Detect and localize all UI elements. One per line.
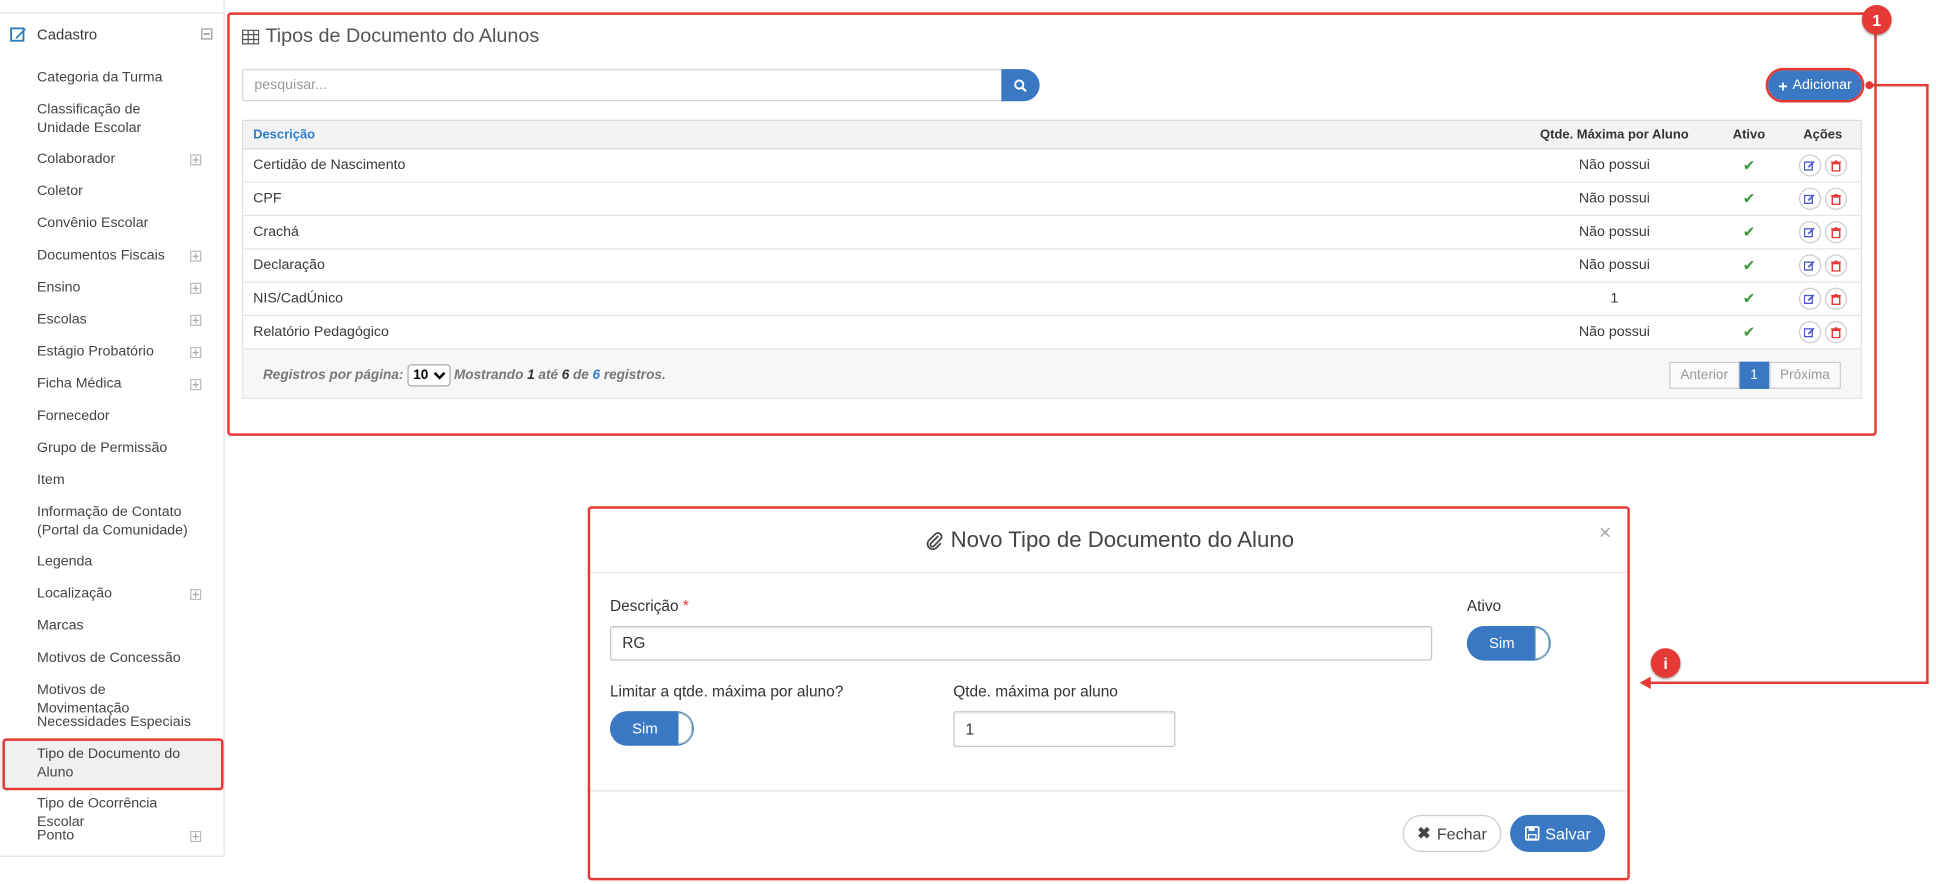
sidebar-header-label: Cadastro (37, 25, 98, 43)
sidebar-item[interactable]: Ficha Médica (0, 375, 223, 395)
expand-icon[interactable] (190, 250, 202, 262)
expand-icon[interactable] (190, 346, 202, 359)
sidebar-item-label: Ficha Médica (37, 376, 122, 392)
edit-icon (10, 26, 26, 42)
sidebar-item-label: Motivos de Movimentação (37, 682, 130, 716)
sidebar-item-label: Classificação de Unidade Escolar (37, 102, 142, 136)
sidebar-item[interactable]: Informação de Contato (Portal da Comunid… (0, 504, 223, 541)
sidebar-item[interactable]: Ponto (0, 827, 223, 847)
expand-icon[interactable] (190, 830, 202, 843)
sidebar-item[interactable]: Legenda (0, 553, 223, 573)
sidebar-item-label: Marcas (37, 618, 84, 634)
sidebar: Cadastro Categoria da Turma Classificação… (0, 0, 225, 857)
sidebar-item[interactable]: Localização (0, 585, 223, 605)
sidebar-item[interactable]: Categoria da Turma (0, 69, 223, 89)
sidebar-item[interactable]: Colaborador (0, 151, 223, 171)
expand-icon[interactable] (190, 379, 202, 391)
arrow-segment (1926, 83, 1929, 685)
sidebar-item[interactable]: Ensino (0, 279, 223, 299)
sidebar-item-label: Necessidades Especiais (37, 714, 191, 730)
sidebar-item-label: Informação de Contato (Portal da Comunid… (37, 504, 188, 538)
arrow-segment (1869, 83, 1929, 87)
sidebar-item-label: Estágio Probatório (37, 344, 154, 360)
expand-icon[interactable] (190, 282, 202, 294)
sidebar-item[interactable]: Marcas (0, 617, 223, 637)
annotation-panel-highlight (227, 12, 1877, 436)
sidebar-item[interactable]: Grupo de Permissão (0, 440, 223, 460)
sidebar-item[interactable]: Estágio Probatório (0, 343, 223, 363)
arrow-segment (1649, 681, 1929, 685)
sidebar-item[interactable]: Item (0, 472, 223, 492)
expand-icon[interactable] (190, 314, 202, 326)
sidebar-item-label: Categoria da Turma (37, 70, 163, 86)
sidebar-item-label: Colaborador (37, 151, 116, 167)
sidebar-item[interactable]: Fornecedor (0, 407, 223, 427)
sidebar-item-label: Legenda (37, 554, 93, 570)
annotation-modal-highlight (587, 506, 1630, 881)
arrow-head (1639, 676, 1651, 689)
sidebar-item-label: Documentos Fiscais (37, 248, 165, 263)
sidebar-item[interactable]: Convênio Escolar (0, 215, 223, 235)
expand-icon[interactable] (190, 154, 202, 166)
sidebar-item-label: Grupo de Permissão (37, 440, 168, 456)
sidebar-item-label: Ensino (37, 280, 81, 296)
sidebar-item[interactable]: Motivos de Concessão (0, 649, 223, 669)
sidebar-item-label: Ponto (37, 828, 75, 844)
annotation-badge-1: 1 (1861, 4, 1892, 35)
sidebar-item[interactable]: Escolas (0, 311, 223, 331)
sidebar-item[interactable]: Classificação de Unidade Escolar (0, 101, 223, 138)
annotation-sidebar-highlight (2, 738, 224, 791)
sidebar-item-label: Coletor (37, 183, 83, 199)
sidebar-item-label: Convênio Escolar (37, 216, 149, 231)
sidebar-item-label: Fornecedor (37, 408, 110, 424)
sidebar-item[interactable]: Necessidades Especiais (0, 714, 223, 734)
sidebar-header-cadastro[interactable]: Cadastro (0, 12, 224, 54)
sidebar-item-label: Motivos de Concessão (37, 650, 181, 666)
sidebar-item-label: Localização (37, 586, 113, 602)
sidebar-item-label: Tipo de Ocorrência Escolar (37, 796, 158, 830)
sidebar-item[interactable]: Documentos Fiscais (0, 247, 223, 267)
sidebar-item-label: Escolas (37, 312, 87, 328)
annotation-badge-i: i (1650, 648, 1681, 678)
expand-icon[interactable] (190, 588, 202, 601)
sidebar-item[interactable]: Coletor (0, 183, 223, 203)
sidebar-item[interactable]: Motivos de Movimentação (0, 682, 223, 716)
annotation-add-highlight (1765, 67, 1865, 103)
sidebar-item-label: Item (37, 472, 65, 488)
collapse-icon[interactable] (201, 28, 213, 40)
